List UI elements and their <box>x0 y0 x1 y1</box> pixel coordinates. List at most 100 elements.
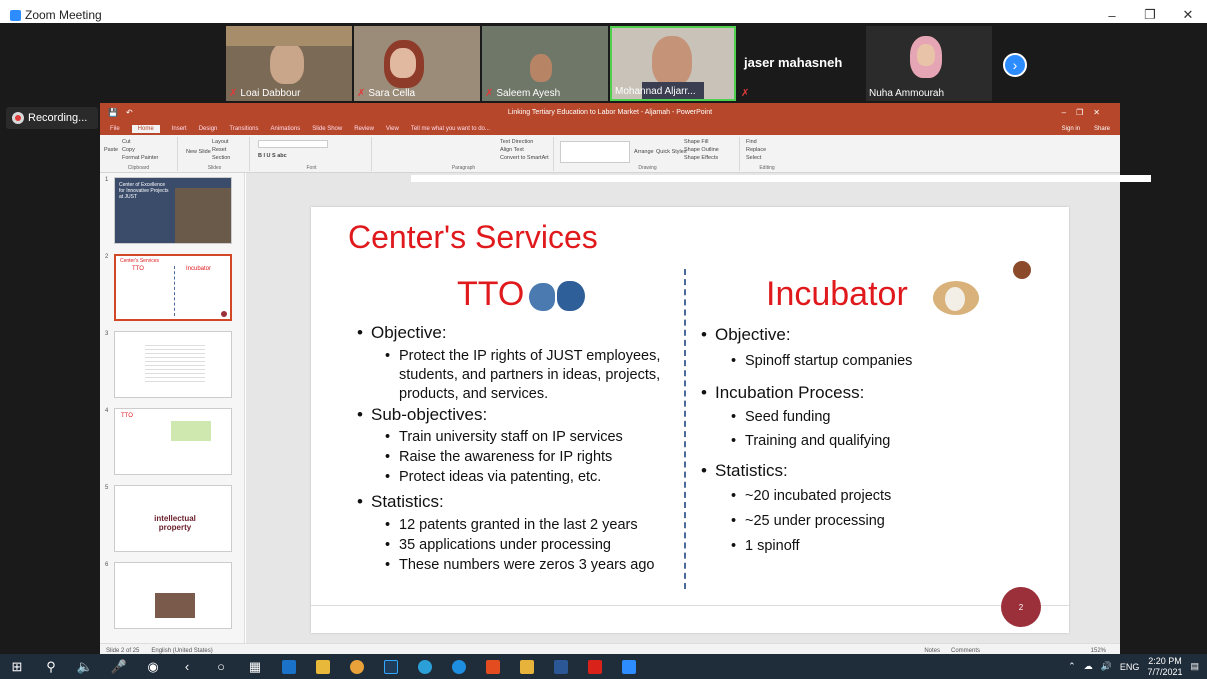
font-name-input[interactable] <box>258 140 328 148</box>
chevron-left-icon[interactable]: ‹ <box>170 654 204 679</box>
broadcast-icon[interactable]: ◉ <box>136 654 170 679</box>
tto-heading: TTO <box>457 275 525 313</box>
zoom-meeting-area: ✗ Loai Dabbour ✗ Sara Cella ✗ Saleem Ayesh … <box>0 23 1207 677</box>
tab-animations[interactable]: Animations <box>271 126 301 132</box>
ppt-title-bar: 💾 ↶ Linking Tertiary Education to Labor … <box>100 103 1120 122</box>
new-slide-button[interactable]: New Slide <box>186 149 211 155</box>
photoshop-icon[interactable] <box>374 654 408 679</box>
language-status[interactable]: English (United States) <box>151 648 212 654</box>
clock[interactable]: 2:20 PM 7/7/2021 <box>1147 656 1182 678</box>
office-icon[interactable] <box>476 654 510 679</box>
slide-thumbnail-5[interactable]: intellectual property <box>114 485 232 552</box>
start-button[interactable]: ⊞ <box>0 654 34 679</box>
tab-transitions[interactable]: Transitions <box>229 126 258 132</box>
format-painter-button[interactable]: Format Painter <box>122 155 158 161</box>
slide-canvas[interactable]: Center's Services TTO Incubator Objectiv… <box>311 207 1069 633</box>
thumb-number: 5 <box>105 485 109 491</box>
find-button[interactable]: Find <box>746 139 757 145</box>
slide-thumbnail-1[interactable]: Center of Excellence for Innovative Proj… <box>114 177 232 244</box>
align-text-button[interactable]: Align Text <box>500 147 524 153</box>
incubator-stat-item: 1 spinoff <box>731 538 799 554</box>
outlook-icon[interactable] <box>272 654 306 679</box>
acrobat-icon[interactable] <box>578 654 612 679</box>
tab-home[interactable]: Home <box>131 124 160 133</box>
volume-icon[interactable]: 🔊 <box>1101 661 1112 672</box>
layout-button[interactable]: Layout <box>212 139 229 145</box>
font-group: B I U S abc Font <box>252 137 372 171</box>
participant-tile[interactable]: Nuha Ammourah <box>866 26 992 101</box>
tab-design[interactable]: Design <box>199 126 218 132</box>
next-participants-button[interactable]: › <box>1003 53 1027 77</box>
arrange-button[interactable]: Arrange <box>634 149 654 155</box>
clipboard-label: Clipboard <box>127 165 150 171</box>
participant-tile[interactable]: jaser mahasneh ✗ <box>738 26 864 101</box>
participant-name: jaser mahasneh <box>744 55 843 70</box>
internet-explorer-icon[interactable] <box>442 654 476 679</box>
slide-thumbnail-6[interactable] <box>114 562 232 629</box>
slide-thumbnail-4[interactable]: TTO <box>114 408 232 475</box>
tto-sub-item: Raise the awareness for IP rights <box>385 449 612 465</box>
shape-effects-button[interactable]: Shape Effects <box>684 155 718 161</box>
notes-button[interactable]: Notes <box>924 648 940 654</box>
clipboard-group: Paste Cut Copy Format Painter Clipboard <box>100 137 178 171</box>
text-direction-button[interactable]: Text Direction <box>500 139 533 145</box>
copy-button[interactable]: Copy <box>122 147 135 153</box>
tell-me-search[interactable]: Tell me what you want to do... <box>411 126 490 132</box>
microphone-icon[interactable]: 🎤 <box>102 654 136 679</box>
paragraph-label: Paragraph <box>451 165 476 171</box>
incubator-objective-item: Spinoff startup companies <box>731 353 912 369</box>
font-format-buttons[interactable]: B I U S abc <box>258 153 287 159</box>
replace-button[interactable]: Replace <box>746 147 766 153</box>
participant-tile[interactable]: ✗ Sara Cella <box>354 26 480 101</box>
shape-outline-button[interactable]: Shape Outline <box>684 147 719 153</box>
tab-slide-show[interactable]: Slide Show <box>312 126 342 132</box>
file-explorer-icon[interactable] <box>306 654 340 679</box>
language-indicator[interactable]: ENG <box>1120 662 1140 672</box>
edge-icon[interactable] <box>408 654 442 679</box>
tab-insert[interactable]: Insert <box>172 126 187 132</box>
chevron-right-icon: › <box>1012 57 1018 73</box>
share-button[interactable]: Share <box>1094 126 1110 132</box>
chevron-up-icon[interactable]: ⌃ <box>1068 661 1076 672</box>
recording-indicator[interactable]: Recording... <box>6 107 98 129</box>
participant-tile[interactable]: ✗ Loai Dabbour <box>226 26 352 101</box>
word-icon[interactable] <box>544 654 578 679</box>
drawing-group: Arrange Quick Styles Shape Fill Shape Ou… <box>556 137 740 171</box>
signin-link[interactable]: Sign in <box>1062 126 1080 132</box>
reset-button[interactable]: Reset <box>212 147 226 153</box>
slide-thumbnail-3[interactable] <box>114 331 232 398</box>
cortana-icon[interactable]: ○ <box>204 654 238 679</box>
paragraph-group: Text Direction Align Text Convert to Sma… <box>374 137 554 171</box>
notification-icon[interactable]: ▤ <box>1190 661 1199 672</box>
participant-tile[interactable]: ✗ Saleem Ayesh <box>482 26 608 101</box>
select-button[interactable]: Select <box>746 155 761 161</box>
tto-objective-text: Protect the IP rights of JUST employees,… <box>385 347 689 404</box>
shape-fill-button[interactable]: Shape Fill <box>684 139 708 145</box>
speaker-icon[interactable]: 🔈 <box>68 654 102 679</box>
muted-mic-icon: ✗ <box>357 88 366 99</box>
thumb-number: 2 <box>105 254 109 260</box>
search-icon[interactable]: ⚲ <box>34 654 68 679</box>
quick-styles-button[interactable]: Quick Styles <box>656 149 687 155</box>
section-button[interactable]: Section <box>212 155 230 161</box>
task-view-icon[interactable]: ▦ <box>238 654 272 679</box>
incubator-stat-item: ~20 incubated projects <box>731 488 891 504</box>
convert-smartart-button[interactable]: Convert to SmartArt <box>500 155 549 161</box>
chrome-icon[interactable] <box>340 654 374 679</box>
tab-view[interactable]: View <box>386 126 399 132</box>
slide-thumbnail-2[interactable]: Center's Services TTO Incubator <box>114 254 232 321</box>
tab-file[interactable]: File <box>110 126 120 132</box>
tab-review[interactable]: Review <box>354 126 374 132</box>
zoom-level[interactable]: 152% <box>1091 648 1106 654</box>
participant-tile[interactable]: Mohannad Aljarr... <box>610 26 736 101</box>
cut-button[interactable]: Cut <box>122 139 131 145</box>
shapes-gallery[interactable] <box>560 141 630 163</box>
slack-icon[interactable] <box>510 654 544 679</box>
network-icon[interactable]: ☁ <box>1084 661 1093 672</box>
windows-taskbar: ⊞ ⚲ 🔈 🎤 ◉ ‹ ○ ▦ ⌃ ☁ 🔊 ENG 2:20 PM 7/7/20… <box>0 654 1207 679</box>
zoom-taskbar-icon[interactable] <box>612 654 646 679</box>
paste-button[interactable]: Paste <box>104 147 118 153</box>
ppt-window-controls[interactable]: –❐✕ <box>1062 108 1110 117</box>
comments-button[interactable]: Comments <box>951 648 980 654</box>
tto-stat-item: 12 patents granted in the last 2 years <box>385 517 638 533</box>
